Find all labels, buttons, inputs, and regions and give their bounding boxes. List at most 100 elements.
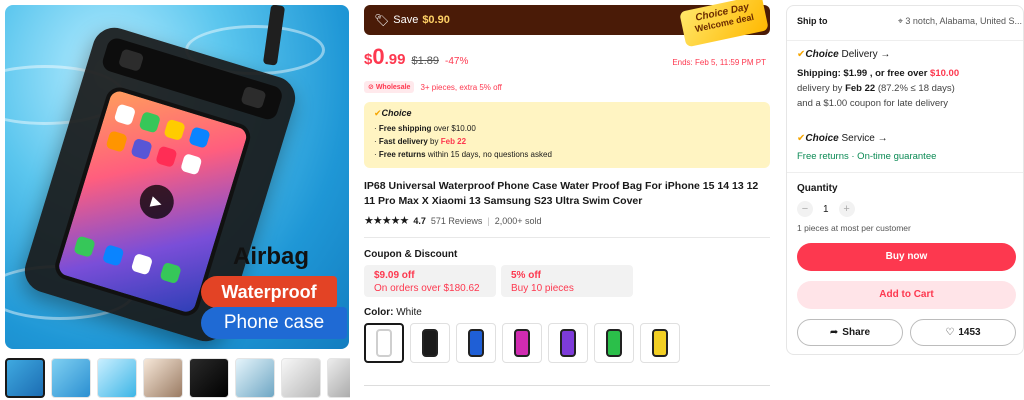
decrease-quantity-button[interactable]: − <box>797 201 813 217</box>
section-divider <box>364 237 770 238</box>
color-swatch[interactable] <box>364 323 404 363</box>
rating-row: ★★★★★ 4.7 571 Reviews | 2,000+ sold <box>364 214 542 227</box>
quantity-value[interactable]: 1 <box>823 204 829 215</box>
thumbnail[interactable] <box>97 358 137 398</box>
benefit-fast-delivery: · Fast delivery by Feb 22 <box>374 137 467 146</box>
thumbnail[interactable] <box>189 358 229 398</box>
app-icon <box>188 126 211 149</box>
swatch-phone-pouch <box>514 329 530 357</box>
divider <box>787 172 1023 173</box>
app-icon <box>105 130 128 153</box>
wholesale-text: 3+ pieces, extra 5% off <box>420 82 502 92</box>
delivery-by-label: delivery by <box>797 83 843 94</box>
service-title[interactable]: ✔Choice Service → <box>797 133 888 144</box>
delivery-title[interactable]: ✔Choice Delivery → <box>797 49 890 60</box>
delivery-date: Feb 22 <box>845 83 876 94</box>
share-button[interactable]: ➦ Share <box>797 319 903 346</box>
late-delivery-coupon: and a $1.00 coupon for late delivery <box>797 98 949 109</box>
quantity-label: Quantity <box>797 183 838 194</box>
color-swatches <box>364 323 680 363</box>
wholesale-chip-label: Wholesale <box>375 84 411 91</box>
main-product-image[interactable]: ▶ Airbag Waterproof Phone case <box>5 5 349 349</box>
add-to-cart-button[interactable]: Add to Cart <box>797 281 1016 309</box>
dock-icon <box>101 244 125 267</box>
benefit-bold: Fast delivery <box>378 137 428 146</box>
save-label: Save <box>393 14 419 26</box>
color-swatch[interactable] <box>502 323 542 363</box>
thumbnail[interactable] <box>281 358 321 398</box>
share-icon: ➦ <box>829 327 839 338</box>
app-icon <box>138 111 161 134</box>
ship-to-label: Ship to <box>797 16 828 26</box>
product-title: IP68 Universal Waterproof Phone Case Wat… <box>364 180 759 207</box>
benefit-detail: within 15 days, no questions asked <box>427 150 552 159</box>
color-swatch[interactable] <box>548 323 588 363</box>
wholesale-row: ⊘ Wholesale 3+ pieces, extra 5% off <box>364 81 502 93</box>
buy-now-button[interactable]: Buy now <box>797 243 1016 271</box>
quantity-limit-note: 1 pieces at most per customer <box>797 223 911 233</box>
overlay-waterproof-badge: Waterproof <box>201 276 337 308</box>
color-swatch[interactable] <box>594 323 634 363</box>
benefit-date: Feb 22 <box>440 137 467 146</box>
current-price: $0.99 <box>364 44 405 70</box>
color-swatch[interactable] <box>640 323 680 363</box>
benefit-bold: Free returns <box>378 150 426 159</box>
swatch-phone-pouch <box>468 329 484 357</box>
delivery-probability: (87.2% ≤ 18 days) <box>877 83 955 94</box>
discount-percent: -47% <box>444 56 469 67</box>
share-label: Share <box>842 327 871 338</box>
ship-to-row[interactable]: Ship to ⌖ 3 notch, Alabama, United S... <box>797 16 1022 27</box>
sold-count: 2,000+ sold <box>494 215 542 226</box>
choice-logo-text: Choice <box>381 108 412 118</box>
clip-latch <box>117 48 145 72</box>
swatch-phone-pouch <box>560 329 576 357</box>
sale-end-time: Ends: Feb 5, 11:59 PM PT <box>672 58 766 67</box>
price-tag-icon: 🏷 <box>374 13 390 27</box>
color-selected: White <box>396 307 422 318</box>
shipping-cost: Shipping: $1.99 , or free over $10.00 <box>797 68 959 79</box>
check-icon: ✔ <box>374 108 382 118</box>
overlay-airbag-text: Airbag <box>233 243 310 270</box>
thumbnail[interactable] <box>143 358 183 398</box>
coupon-value: 5% off <box>511 270 541 281</box>
reviews-link[interactable]: 571 Reviews <box>431 216 483 226</box>
benefit-free-returns: · Free returns within 15 days, no questi… <box>374 150 552 159</box>
product-info: 🏷 Save $0.90 Choice Day Welcome deal $0.… <box>364 0 774 400</box>
thumbnail[interactable] <box>235 358 275 398</box>
thumbnail[interactable] <box>327 358 350 398</box>
color-label: Color: <box>364 307 394 318</box>
service-title-text: Service <box>841 133 875 144</box>
coupon-card[interactable]: 5% off Buy 10 pieces <box>501 265 633 297</box>
dock-icon <box>130 252 154 276</box>
app-icon <box>180 153 203 176</box>
star-rating-icon: ★★★★★ <box>364 215 409 227</box>
dock-icon <box>159 261 182 285</box>
increase-quantity-button[interactable]: + <box>838 201 855 217</box>
benefit-free-shipping: · Free shipping over $10.00 <box>374 124 476 133</box>
choice-benefits-box[interactable]: ✔Choice · Free shipping over $10.00 · Fa… <box>364 102 770 168</box>
arrow-right-icon: → <box>880 49 891 60</box>
thumbnail[interactable] <box>51 358 91 398</box>
color-swatch[interactable] <box>410 323 450 363</box>
promo-save-bar: 🏷 Save $0.90 Choice Day Welcome deal <box>364 0 770 48</box>
thumbnail[interactable] <box>5 358 45 398</box>
coupon-condition: Buy 10 pieces <box>511 283 574 294</box>
coupon-value: $9.09 off <box>374 270 415 281</box>
swatch-phone-pouch <box>422 329 438 357</box>
save-amount: $0.90 <box>422 14 450 26</box>
swatch-phone-pouch <box>652 329 668 357</box>
price-whole: 0 <box>372 44 385 69</box>
wishlist-button[interactable]: ♡ 1453 <box>910 319 1016 346</box>
wishlist-count: 1453 <box>958 327 981 338</box>
wholesale-chip: ⊘ Wholesale <box>364 81 415 93</box>
coupon-card[interactable]: $9.09 off On orders over $180.62 <box>364 265 496 297</box>
service-detail: Free returns · On-time guarantee <box>797 151 937 162</box>
play-video-icon[interactable]: ▶ <box>135 180 179 224</box>
benefit-detail: over $10.00 <box>433 124 476 133</box>
coupon-heading: Coupon & Discount <box>364 249 458 260</box>
color-swatch[interactable] <box>456 323 496 363</box>
choice-day-badge: Choice Day Welcome deal <box>679 0 769 48</box>
section-divider <box>364 385 770 386</box>
divider-bar: | <box>487 215 490 226</box>
app-icon <box>130 137 153 161</box>
